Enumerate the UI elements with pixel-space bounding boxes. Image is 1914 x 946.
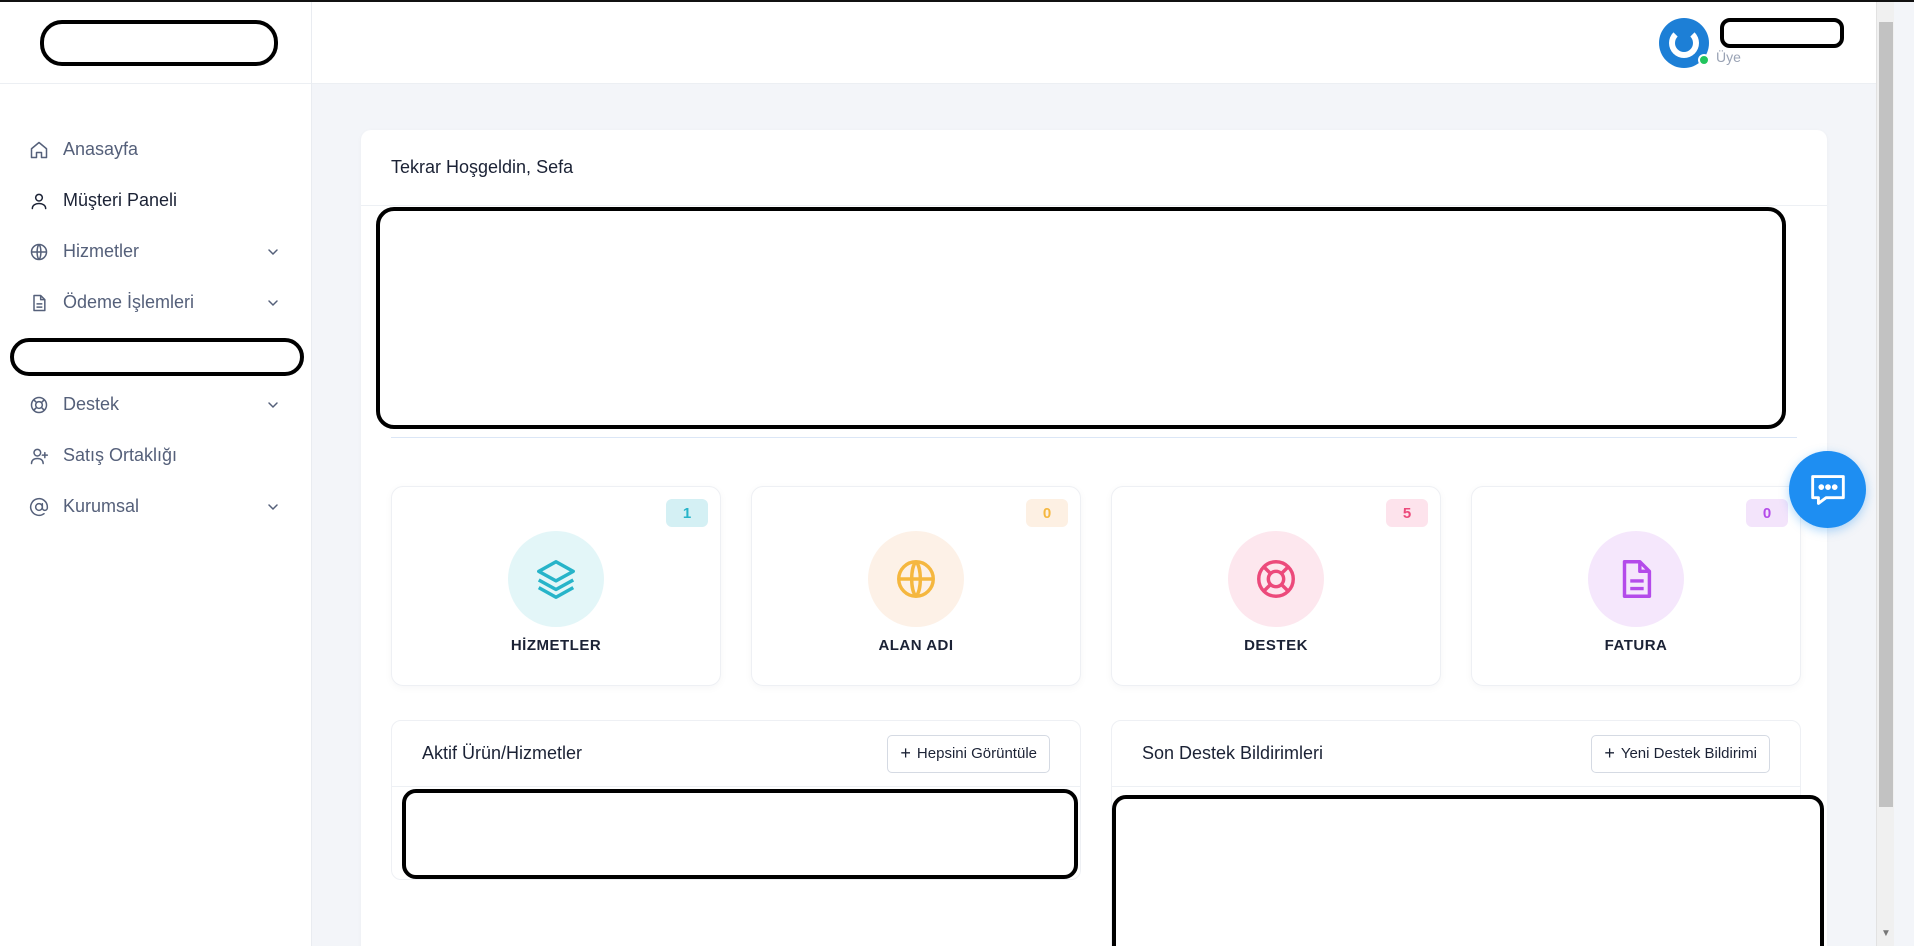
stat-title: HİZMETLER: [510, 637, 602, 654]
redacted-tickets-list: [1112, 795, 1824, 946]
user-icon: [28, 190, 50, 212]
topbar: Üye: [312, 2, 1876, 84]
dashboard-card: Tekrar Hoşgeldin, Sefa 1 HİZMETLER 0 ALA…: [361, 130, 1827, 946]
plus-icon: +: [1604, 743, 1615, 763]
plus-icon: +: [900, 743, 911, 763]
sidebar-item-label: Ödeme İşlemleri: [63, 292, 195, 312]
sidebar-item-musteri-paneli[interactable]: Müşteri Paneli: [0, 175, 311, 226]
home-icon: [28, 139, 50, 161]
sidebar-item-redacted[interactable]: [0, 328, 311, 379]
panel-header: Son Destek Bildirimleri + Yeni Destek Bi…: [1112, 721, 1800, 787]
sidebar-item-anasayfa[interactable]: Anasayfa: [0, 124, 311, 175]
globe-icon: [28, 241, 50, 263]
support-tickets-panel: Son Destek Bildirimleri + Yeni Destek Bi…: [1111, 720, 1824, 946]
stat-icon-circle: [868, 531, 964, 627]
scroll-down-arrow-icon[interactable]: ▼: [1881, 928, 1891, 939]
stat-card-alan-adi[interactable]: 0 ALAN ADI: [751, 486, 1081, 686]
live-chat-button[interactable]: [1789, 451, 1866, 528]
user-role: Üye: [1716, 49, 1741, 65]
chevron-down-icon: [268, 248, 278, 255]
scrollbar-thumb[interactable]: [1879, 22, 1893, 807]
stat-card-fatura[interactable]: 0 FATURA: [1471, 486, 1801, 686]
power-logo-icon: [1669, 28, 1699, 58]
sidebar-item-label: Müşteri Paneli: [63, 190, 178, 210]
lifebuoy-icon: [1257, 560, 1295, 598]
layers-icon: [537, 560, 575, 599]
sidebar-item-label: Anasayfa: [63, 139, 139, 159]
new-ticket-button[interactable]: + Yeni Destek Bildirimi: [1591, 734, 1770, 773]
redacted-products-list: [402, 789, 1078, 879]
stat-icon-circle: [1588, 531, 1684, 627]
count-badge: 1: [666, 499, 708, 527]
active-products-panel: Aktif Ürün/Hizmetler + Hepsini Görüntüle: [391, 720, 1081, 880]
stat-card-destek[interactable]: 5 DESTEK: [1111, 486, 1441, 686]
redacted-username[interactable]: [1720, 18, 1844, 48]
stat-card-hizmetler[interactable]: 1 HİZMETLER: [391, 486, 721, 686]
sidebar-item-satis-ortakligi[interactable]: Satış Ortaklığı: [0, 430, 311, 481]
count-badge: 5: [1386, 499, 1428, 527]
panel-title: Son Destek Bildirimleri: [1142, 743, 1324, 763]
globe-icon: [897, 560, 935, 598]
welcome-heading: Tekrar Hoşgeldin, Sefa: [361, 130, 1827, 206]
sidebar-item-kurumsal[interactable]: Kurumsal: [0, 481, 311, 532]
stat-icon-circle: [508, 531, 604, 627]
sidebar-item-label: Satış Ortaklığı: [63, 445, 178, 465]
chevron-down-icon: [268, 401, 278, 408]
sidebar-nav: Anasayfa Müşteri Paneli Hizmetler Ödeme …: [0, 84, 311, 532]
stat-title: ALAN ADI: [878, 637, 954, 654]
sidebar-item-label: Destek: [63, 394, 120, 414]
lifebuoy-icon: [28, 394, 50, 416]
stat-icon-circle: [1228, 531, 1324, 627]
stat-title: DESTEK: [1244, 637, 1308, 654]
chevron-down-icon: [268, 503, 278, 510]
chat-bubble-icon: [1810, 474, 1845, 505]
vertical-scrollbar[interactable]: ▼: [1876, 2, 1894, 946]
count-badge: 0: [1026, 499, 1068, 527]
button-label: Yeni Destek Bildirimi: [1620, 745, 1757, 762]
stat-title: FATURA: [1604, 637, 1668, 654]
sidebar-item-destek[interactable]: Destek: [0, 379, 311, 430]
button-label: Hepsini Görüntüle: [916, 745, 1037, 762]
redacted-logo[interactable]: [40, 20, 278, 66]
view-all-button[interactable]: + Hepsini Görüntüle: [887, 734, 1050, 773]
panel-header: Aktif Ürün/Hizmetler + Hepsini Görüntüle: [392, 721, 1080, 787]
document-icon: [1622, 560, 1652, 598]
document-icon: [28, 292, 50, 314]
user-plus-icon: [28, 445, 50, 467]
divider: [391, 437, 1797, 438]
online-status-dot: [1698, 54, 1710, 66]
panel-title: Aktif Ürün/Hizmetler: [422, 743, 583, 763]
sidebar-item-odeme-islemleri[interactable]: Ödeme İşlemleri: [0, 277, 311, 328]
chevron-down-icon: [268, 299, 278, 306]
logo-area: [0, 2, 311, 84]
sidebar-item-label: Hizmetler: [63, 241, 140, 261]
sidebar-item-hizmetler[interactable]: Hizmetler: [0, 226, 311, 277]
at-icon: [28, 496, 50, 518]
sidebar-item-label: Kurumsal: [63, 496, 140, 516]
count-badge: 0: [1746, 499, 1788, 527]
sidebar: Anasayfa Müşteri Paneli Hizmetler Ödeme …: [0, 2, 312, 946]
redacted-announcement: [376, 207, 1786, 429]
redacted-nav-item: [10, 338, 304, 376]
